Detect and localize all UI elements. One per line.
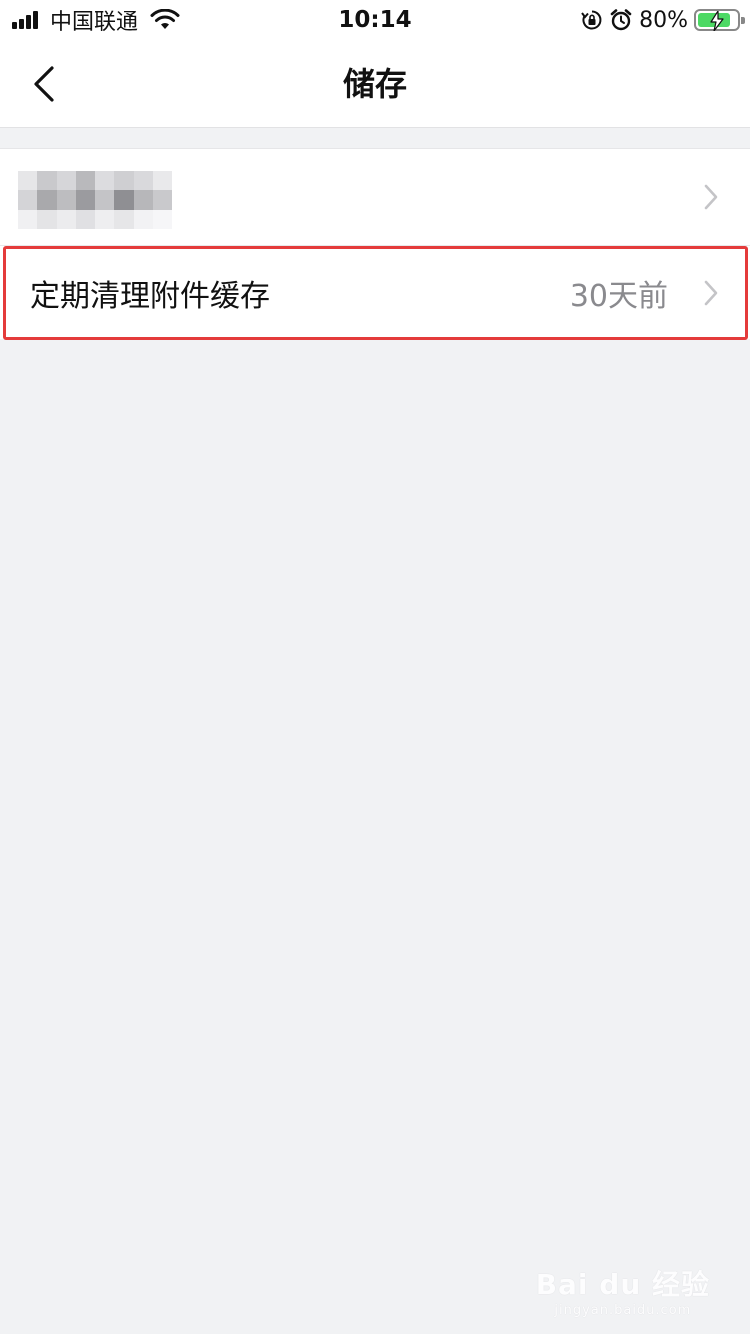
row-label: 定期清理附件缓存 <box>30 278 270 314</box>
status-bar: 中国联通 10:14 80% <box>0 0 750 40</box>
watermark-logo: Bai du 经验 <box>535 1268 710 1301</box>
charging-icon <box>710 11 724 31</box>
chevron-left-icon <box>34 66 54 102</box>
battery-icon <box>694 9 745 31</box>
back-button[interactable] <box>22 62 66 106</box>
settings-list: 定期清理附件缓存 30天前 <box>0 148 750 339</box>
alarm-icon <box>610 9 632 31</box>
chevron-right-icon <box>704 184 718 210</box>
list-item-clear-attachment-cache[interactable]: 定期清理附件缓存 30天前 <box>0 245 750 339</box>
battery-percent: 80% <box>639 7 688 33</box>
status-right: 80% <box>581 6 745 34</box>
orientation-lock-icon <box>581 10 602 30</box>
watermark-url: jingyan.baidu.com <box>554 1303 692 1318</box>
row-value: 30天前 <box>569 278 668 314</box>
list-item-redacted[interactable] <box>0 149 750 245</box>
page-title: 储存 <box>342 65 407 103</box>
redacted-label <box>18 171 172 229</box>
navigation-bar: 储存 <box>0 40 750 128</box>
storage-screen: 中国联通 10:14 80% 储存 定期清理附件缓存 30天前 Bai du 经… <box>0 0 750 1334</box>
chevron-right-icon <box>704 280 718 305</box>
watermark: Bai du 经验 jingyan.baidu.com <box>536 1263 710 1318</box>
